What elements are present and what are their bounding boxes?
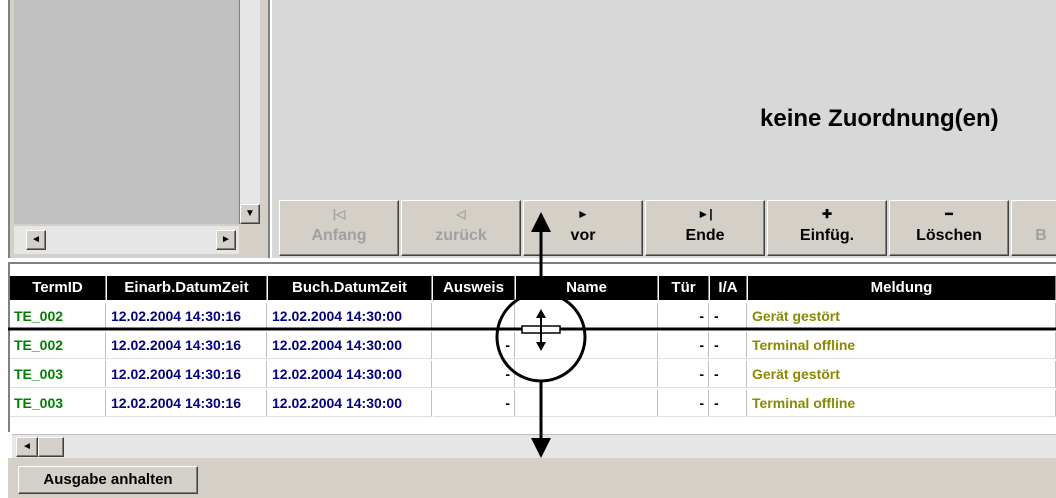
table-cell-tuer: -	[659, 303, 709, 330]
minus-icon: ━	[945, 207, 953, 221]
nav-back-button[interactable]: ◁ zurück	[401, 200, 521, 256]
table-cell-einarb-datumzeit: 12.02.2004 14:30:16	[107, 303, 267, 330]
table-cell-name	[516, 361, 658, 388]
table-cell-name	[516, 332, 658, 359]
table-cell-tuer: -	[659, 361, 709, 388]
nav-delete-button[interactable]: ━ Löschen	[889, 200, 1009, 256]
column-header-ia[interactable]: I/A	[710, 276, 747, 300]
table-cell-meldung: Gerät gestört	[748, 361, 1056, 388]
table-cell-tuer: -	[659, 390, 709, 417]
nav-back-label: zurück	[435, 227, 487, 244]
last-record-icon: ►|	[697, 207, 713, 221]
column-header-tuer[interactable]: Tür	[659, 276, 709, 300]
table-cell-buch-datumzeit: 12.02.2004 14:30:00	[268, 361, 432, 388]
next-record-icon: ►	[577, 207, 589, 221]
table-scroll-left-icon[interactable]: ◄	[16, 437, 38, 457]
scroll-left-icon[interactable]: ◄	[26, 230, 46, 250]
table-cell-einarb-datumzeit: 12.02.2004 14:30:16	[107, 361, 267, 388]
nav-delete-label: Löschen	[916, 227, 982, 244]
table-horizontal-scrollbar[interactable]	[12, 434, 1056, 458]
nav-end-label: Ende	[685, 227, 725, 244]
table-cell-ausweis	[433, 303, 515, 330]
table-cell-ausweis: -	[433, 390, 515, 417]
assignment-status-text: keine Zuordnung(en)	[760, 105, 999, 132]
nav-more-label: B	[1035, 227, 1047, 244]
table-cell-ia: -	[710, 332, 747, 359]
nav-insert-button[interactable]: ✚ Einfüg.	[767, 200, 887, 256]
table-cell-ausweis: -	[433, 361, 515, 388]
nav-end-button[interactable]: ►| Ende	[645, 200, 765, 256]
nav-first-button[interactable]: |◁ Anfang	[279, 200, 399, 256]
nav-more-button[interactable]: B	[1011, 200, 1056, 256]
nav-next-label: vor	[570, 227, 596, 244]
nav-next-button[interactable]: ► vor	[523, 200, 643, 256]
table-cell-termid: TE_002	[10, 332, 106, 359]
table-cell-termid: TE_003	[10, 390, 106, 417]
column-header-einarb-datumzeit[interactable]: Einarb.DatumZeit	[107, 276, 267, 300]
vertical-scrollbar[interactable]	[239, 0, 260, 224]
pause-output-button[interactable]: Ausgabe anhalten	[18, 466, 198, 494]
first-record-icon: |◁	[332, 207, 346, 221]
table-cell-termid: TE_002	[10, 303, 106, 330]
table-cell-buch-datumzeit: 12.02.2004 14:30:00	[268, 303, 432, 330]
table-cell-einarb-datumzeit: 12.02.2004 14:30:16	[107, 390, 267, 417]
table-cell-ia: -	[710, 361, 747, 388]
table-scroll-thumb[interactable]	[38, 437, 64, 457]
table-cell-ausweis: -	[433, 332, 515, 359]
left-list[interactable]	[14, 0, 239, 224]
table-cell-name	[516, 303, 658, 330]
table-cell-buch-datumzeit: 12.02.2004 14:30:00	[268, 390, 432, 417]
table-cell-name	[516, 390, 658, 417]
column-header-name[interactable]: Name	[516, 276, 658, 300]
nav-first-label: Anfang	[311, 227, 367, 244]
nav-insert-label: Einfüg.	[799, 227, 855, 244]
table-cell-buch-datumzeit: 12.02.2004 14:30:00	[268, 332, 432, 359]
column-header-meldung[interactable]: Meldung	[748, 276, 1056, 300]
table-cell-ia: -	[710, 303, 747, 330]
table-cell-tuer: -	[659, 332, 709, 359]
table-cell-meldung: Terminal offline	[748, 390, 1056, 417]
table-cell-ia: -	[710, 390, 747, 417]
table-cell-meldung: Gerät gestört	[748, 303, 1056, 330]
table-cell-termid: TE_003	[10, 361, 106, 388]
table-cell-meldung: Terminal offline	[748, 332, 1056, 359]
horizontal-scrollbar-left[interactable]	[14, 226, 239, 254]
column-header-ausweis[interactable]: Ausweis	[433, 276, 515, 300]
scroll-right-icon[interactable]: ►	[216, 230, 236, 250]
plus-icon: ✚	[821, 207, 833, 221]
column-header-buch-datumzeit[interactable]: Buch.DatumZeit	[268, 276, 432, 300]
table-cell-einarb-datumzeit: 12.02.2004 14:30:16	[107, 332, 267, 359]
scroll-down-icon[interactable]: ▼	[240, 204, 260, 224]
more-icon	[1012, 207, 1056, 221]
column-header-termid[interactable]: TermID	[10, 276, 106, 300]
previous-record-icon: ◁	[456, 207, 466, 221]
